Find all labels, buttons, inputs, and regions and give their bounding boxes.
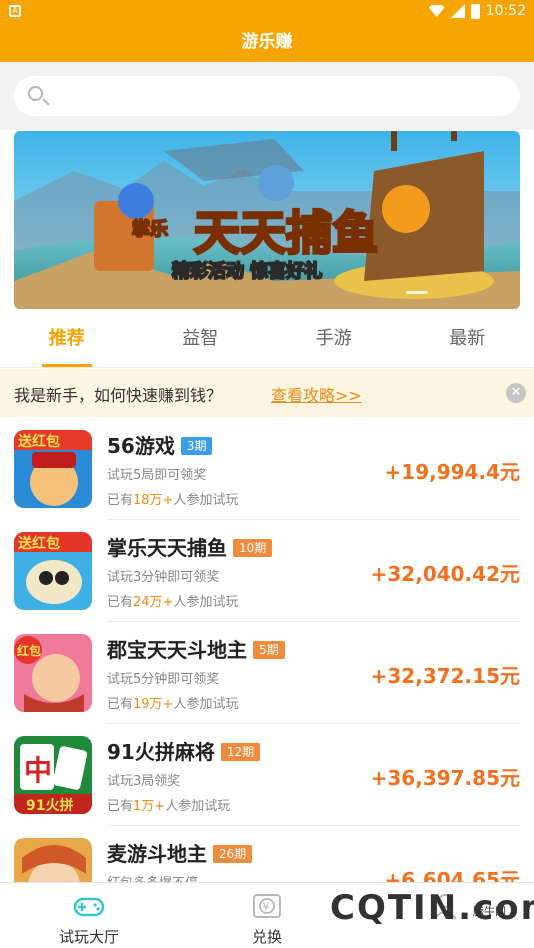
tab-latest[interactable]: 最新 bbox=[401, 310, 534, 367]
banner-title: 天天捕鱼 bbox=[194, 206, 378, 260]
newbie-notice: 我是新手，如何快速赚到钱？ 查看攻略>> ✕ bbox=[0, 369, 534, 417]
participants: 已有24万+人参加试玩 bbox=[107, 595, 239, 610]
reward-amount: +36,397.85元 bbox=[370, 766, 520, 790]
search-area bbox=[0, 62, 534, 130]
search-icon bbox=[28, 86, 43, 101]
svg-text:红包: 红包 bbox=[17, 643, 41, 658]
tab-mobile[interactable]: 手游 bbox=[267, 310, 401, 367]
game-icon bbox=[14, 838, 92, 882]
nav-trial-hall[interactable]: 试玩大厅 bbox=[29, 883, 149, 948]
nav-label: 试玩大厅 bbox=[58, 928, 119, 946]
issue-badge: 5期 bbox=[253, 641, 285, 659]
game-name: 掌乐天天捕鱼 10期 bbox=[107, 532, 273, 561]
issue-badge: 12期 bbox=[220, 743, 261, 761]
tab-recommend[interactable]: 推荐 bbox=[0, 310, 134, 367]
issue-badge: 26期 bbox=[213, 845, 253, 863]
list-item[interactable]: 红包 郡宝天天斗地主 5期 试玩5分钟即可领奖 已有19万+人参加试玩 +32,3… bbox=[0, 622, 534, 724]
issue-badge: 3期 bbox=[180, 437, 213, 455]
task-desc: 试玩5局即可领奖 bbox=[107, 468, 207, 483]
game-name: 56游戏 3期 bbox=[107, 430, 213, 459]
close-icon[interactable]: ✕ bbox=[506, 383, 526, 403]
notification-icon: A bbox=[9, 5, 21, 17]
participants: 已有18万+人参加试玩 bbox=[107, 493, 239, 508]
search-input[interactable] bbox=[14, 76, 520, 116]
app-title: 游乐赚 bbox=[0, 24, 534, 62]
status-bar: A 10:52 bbox=[0, 0, 534, 24]
notice-question: 我是新手，如何快速赚到钱？ bbox=[14, 386, 223, 405]
reward-amount: +6,604.65元 bbox=[384, 868, 520, 882]
wifi-icon bbox=[428, 5, 445, 17]
list-item[interactable]: 送红包 56游戏 3期 试玩5局即可领奖 已有18万+人参加试玩 +19,994.… bbox=[0, 418, 534, 520]
list-item[interactable]: 麦游斗地主26期 红包多多爆不停 +6,604.65元 bbox=[0, 826, 534, 882]
task-desc: 试玩3分钟即可领奖 bbox=[107, 570, 220, 585]
status-right: 10:52 bbox=[428, 3, 526, 19]
game-icon: 送红包 bbox=[14, 532, 92, 610]
svg-text:送红包: 送红包 bbox=[17, 433, 60, 450]
game-icon: 中 91火拼 bbox=[14, 736, 92, 814]
game-name: 麦游斗地主 26期 bbox=[107, 838, 253, 867]
reward-amount: +19,994.4元 bbox=[384, 460, 520, 484]
category-tabs: 推荐 益智 手游 最新 bbox=[0, 310, 534, 368]
issue-badge: 10期 bbox=[233, 539, 273, 557]
reward-amount: +32,040.42元 bbox=[370, 562, 520, 586]
reward-amount: +32,372.15元 bbox=[370, 664, 520, 688]
svg-text:¥: ¥ bbox=[263, 901, 270, 914]
gamepad-icon bbox=[73, 897, 105, 917]
watermark-sub: 腾牛网 bbox=[473, 905, 506, 918]
nav-label: 兑换 bbox=[251, 928, 282, 946]
game-list: 送红包 56游戏 3期 试玩5局即可领奖 已有18万+人参加试玩 +19,994.… bbox=[0, 418, 534, 882]
list-item[interactable]: 中 91火拼 91火拼麻将 12期 试玩3局领奖 已有1万+人参加试玩 +36,3… bbox=[0, 724, 534, 826]
game-icon: 红包 bbox=[14, 634, 92, 712]
participants: 已有19万+人参加试玩 bbox=[107, 697, 239, 712]
game-name: 91火拼麻将 12期 bbox=[107, 736, 261, 765]
promo-banner[interactable]: 天天捕鱼 掌乐 精彩活动 惊喜好礼 bbox=[14, 131, 520, 309]
svg-text:中: 中 bbox=[24, 754, 52, 787]
banner-tagline: 精彩活动 惊喜好礼 bbox=[172, 260, 322, 282]
task-desc: 红包多多爆不停 bbox=[107, 872, 198, 882]
svg-text:送红包: 送红包 bbox=[17, 535, 60, 552]
guide-link[interactable]: 查看攻略>> bbox=[271, 382, 362, 406]
svg-text:91火拼: 91火拼 bbox=[26, 797, 73, 814]
task-desc: 试玩5分钟即可领奖 bbox=[107, 672, 220, 687]
list-item[interactable]: 送红包 掌乐天天捕鱼 10期 试玩3分钟即可领奖 已有24万+人参加试玩 +32,… bbox=[0, 520, 534, 622]
tab-puzzle[interactable]: 益智 bbox=[134, 310, 268, 367]
game-icon: 送红包 bbox=[14, 430, 92, 508]
signal-icon bbox=[450, 4, 465, 18]
status-time: 10:52 bbox=[485, 3, 526, 19]
banner-brand: 掌乐 bbox=[132, 218, 168, 240]
task-desc: 试玩3局领奖 bbox=[107, 774, 181, 789]
banner-indicator bbox=[406, 291, 428, 294]
nav-exchange[interactable]: ¥ 兑换 bbox=[207, 883, 327, 948]
battery-icon bbox=[470, 3, 480, 19]
game-name: 郡宝天天斗地主 5期 bbox=[107, 634, 285, 663]
yen-envelope-icon: ¥ bbox=[253, 894, 281, 918]
participants: 已有1万+人参加试玩 bbox=[107, 799, 231, 814]
